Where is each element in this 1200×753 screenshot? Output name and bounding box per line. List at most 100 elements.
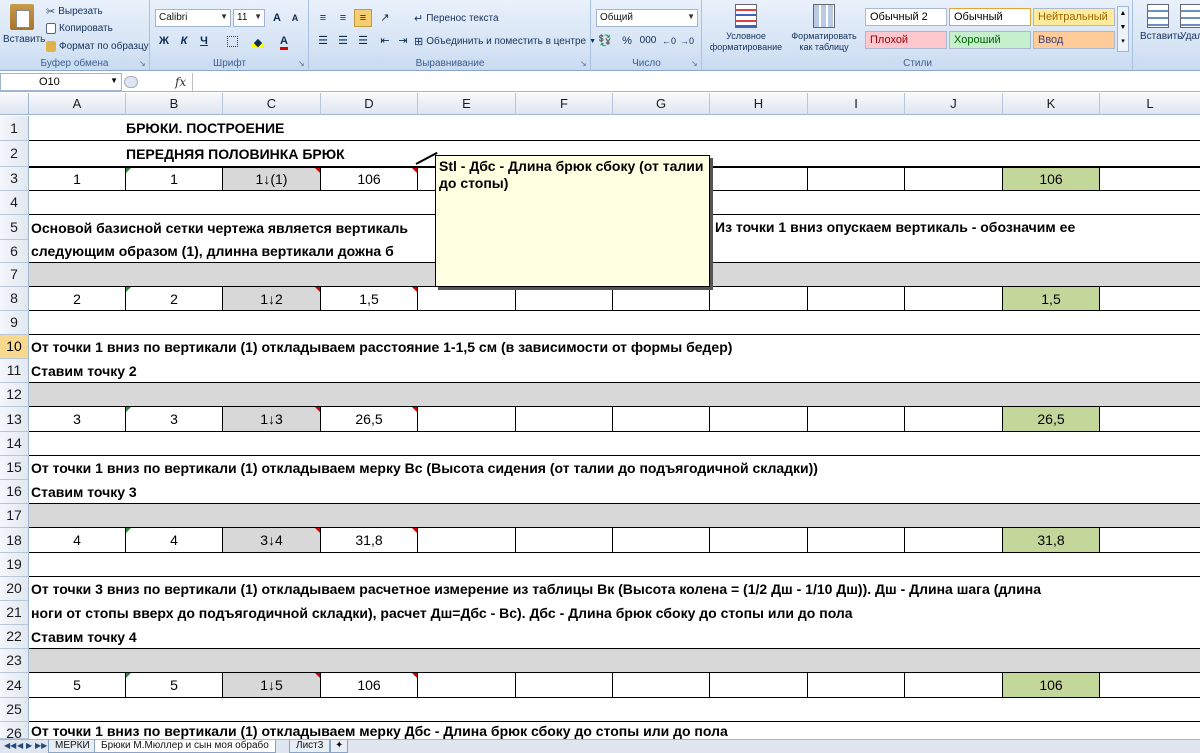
cell-j13[interactable] [905,407,1003,431]
cell-e24[interactable] [418,673,516,697]
currency-button[interactable]: 💱 [596,32,614,50]
col-header-f[interactable]: F [516,93,613,115]
row-header[interactable]: 17 [0,504,29,528]
cell-h18[interactable] [710,528,808,552]
cell-a5[interactable]: Основой базисной сетки чертежа является … [31,220,408,236]
cell-a18[interactable]: 4 [29,528,126,552]
number-format-combo[interactable]: Общий ▼ [596,9,698,27]
row-header[interactable]: 11 [0,359,29,383]
cell-a13[interactable]: 3 [29,407,126,431]
formula-input[interactable] [192,73,1200,91]
cell-k18[interactable]: 31,8 [1003,528,1100,552]
row-header[interactable]: 26 [0,722,29,739]
font-name-combo[interactable]: Calibri ▼ [155,9,231,27]
delete-cells-button[interactable]: Удал [1180,4,1200,42]
cell-g24[interactable] [613,673,710,697]
insert-function-button[interactable]: fx [175,75,186,89]
row-header[interactable]: 24 [0,673,29,698]
align-middle-button[interactable]: ≡ [334,9,352,27]
col-header-b[interactable]: B [126,93,223,115]
cell-i18[interactable] [808,528,905,552]
first-sheet-icon[interactable]: ◀◀ [4,741,16,750]
cell-j8[interactable] [905,287,1003,310]
dialog-launcher-icon[interactable]: ↘ [139,60,147,68]
shrink-font-button[interactable]: A [286,9,304,27]
cell-a22[interactable]: Ставим точку 4 [31,629,137,645]
cell-d3[interactable]: 106 [321,168,418,190]
cell-b3[interactable]: 1 [126,168,223,190]
cell-h3[interactable] [710,168,808,190]
style-good[interactable]: Хороший [949,31,1031,49]
format-painter-button[interactable]: Формат по образцу [46,41,149,52]
increase-decimal-button[interactable]: ←0 [660,32,678,50]
paste-button[interactable]: Вставить [3,4,45,54]
cell-k24[interactable]: 106 [1003,673,1100,697]
merge-center-button[interactable]: ⊞ Объединить и поместить в центре ▼ [414,35,596,48]
formula-bar-handle[interactable] [124,76,138,88]
cell-h24[interactable] [710,673,808,697]
cell-f13[interactable] [516,407,613,431]
row-header[interactable]: 12 [0,383,29,407]
row-header[interactable]: 21 [0,601,29,625]
row-header[interactable]: 20 [0,577,29,601]
cell-d8[interactable]: 1,5 [321,287,418,310]
cell-g13[interactable] [613,407,710,431]
decrease-indent-button[interactable]: ⇤ [376,32,394,50]
cell-h13[interactable] [710,407,808,431]
align-top-button[interactable]: ≡ [314,9,332,27]
borders-button[interactable] [223,32,241,50]
underline-button[interactable]: Ч [195,32,213,50]
cell-h8[interactable] [710,287,808,310]
conditional-format-button[interactable]: Условное форматирование [707,4,785,53]
col-header-d[interactable]: D [321,93,418,115]
cell-e13[interactable] [418,407,516,431]
row-header[interactable]: 15 [0,456,29,480]
col-header-c[interactable]: C [223,93,321,115]
cell-i8[interactable] [808,287,905,310]
cell-c3[interactable]: 1↓(1) [223,168,321,190]
cell-comment[interactable]: Stl - Дбс - Длина брюк сбоку (от талии д… [435,155,710,287]
cell-e8[interactable] [418,287,516,310]
row-header[interactable]: 9 [0,311,29,335]
fill-color-button[interactable]: ◆ [249,32,267,50]
cell-j24[interactable] [905,673,1003,697]
align-center-button[interactable]: ☰ [334,32,352,50]
row-header[interactable]: 14 [0,432,29,456]
row-header[interactable]: 22 [0,625,29,649]
cell-d24[interactable]: 106 [321,673,418,697]
row-header[interactable]: 6 [0,240,29,263]
row-header[interactable]: 23 [0,649,29,673]
cell-k8[interactable]: 1,5 [1003,287,1100,310]
prev-sheet-icon[interactable]: ◀ [17,741,23,750]
row-header[interactable]: 2 [0,141,29,167]
cell-f8[interactable] [516,287,613,310]
align-left-button[interactable]: ☰ [314,32,332,50]
cell-g8[interactable] [613,287,710,310]
col-header-k[interactable]: K [1003,93,1100,115]
cell-h5[interactable]: Из точки 1 вниз опускаем вертикаль - обо… [715,219,1075,235]
insert-sheet-button[interactable]: ✦ [330,740,349,753]
tab-merki[interactable]: МЕРКИ [48,740,97,753]
dialog-launcher-icon[interactable]: ↘ [691,60,699,68]
style-input[interactable]: Ввод [1033,31,1115,49]
percent-button[interactable]: % [618,32,636,50]
row-header[interactable]: 7 [0,263,29,287]
cell-b8[interactable]: 2 [126,287,223,310]
row-header[interactable]: 16 [0,480,29,504]
cell-a15[interactable]: От точки 1 вниз по вертикали (1) отклады… [31,460,818,476]
style-neutral[interactable]: Нейтральный [1033,8,1115,26]
cell-a24[interactable]: 5 [29,673,126,697]
col-header-e[interactable]: E [418,93,516,115]
cell-g18[interactable] [613,528,710,552]
row-header[interactable]: 13 [0,407,29,432]
cell-i13[interactable] [808,407,905,431]
cell-a6[interactable]: следующим образом (1), длинна вертикали … [31,243,394,259]
decrease-decimal-button[interactable]: →0 [678,32,696,50]
format-table-button[interactable]: Форматировать как таблицу [787,4,861,53]
align-bottom-button[interactable]: ≡ [354,9,372,27]
cell-k3[interactable]: 106 [1003,168,1100,190]
col-header-j[interactable]: J [905,93,1003,115]
cell-a21[interactable]: ноги от стопы вверх до подъягодичной скл… [31,605,853,621]
cell-a26[interactable]: От точки 1 вниз по вертикали (1) отклады… [31,723,728,739]
cell-a11[interactable]: Ставим точку 2 [31,363,137,379]
